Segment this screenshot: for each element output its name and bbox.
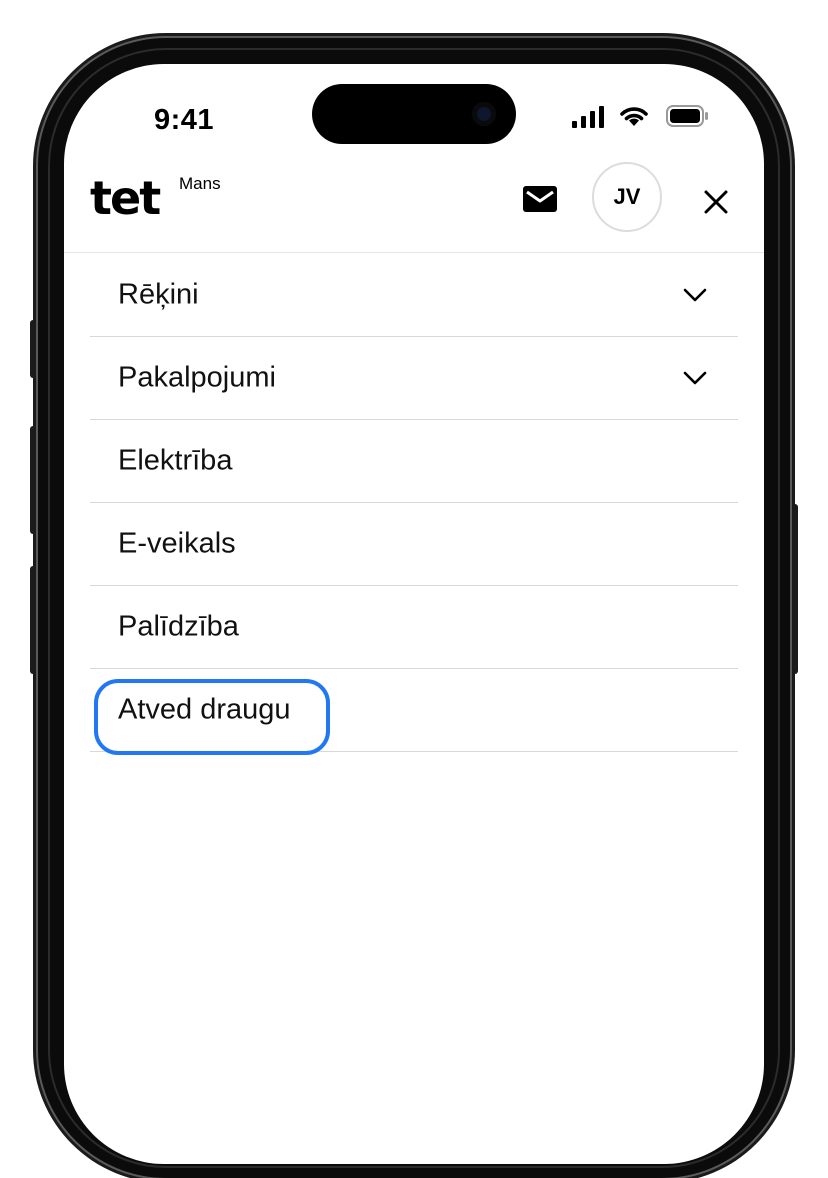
action-button <box>30 320 36 378</box>
chevron-down-icon[interactable] <box>682 287 708 303</box>
tet-logo[interactable]: tet <box>90 171 176 231</box>
tet-logo-mark: tet <box>90 171 162 225</box>
close-button[interactable] <box>700 186 732 218</box>
menu-item-pakalpojumi[interactable]: Pakalpojumi <box>90 337 738 420</box>
menu-item-label: Rēķini <box>118 278 199 311</box>
menu-item-elektriba[interactable]: Elektrība <box>90 420 738 503</box>
chevron-down-icon[interactable] <box>682 370 708 386</box>
menu-item-e-veikals[interactable]: E-veikals <box>90 503 738 586</box>
battery-icon <box>666 105 708 127</box>
close-icon <box>704 190 728 214</box>
logo-suffix: Mans <box>179 174 221 193</box>
mail-icon <box>523 186 557 212</box>
camera-icon <box>472 102 496 126</box>
mail-button[interactable] <box>522 184 562 218</box>
dynamic-island <box>312 84 516 144</box>
svg-text:tet: tet <box>90 172 160 225</box>
volume-up-button <box>30 426 36 534</box>
main-menu: Rēķini Pakalpojumi Elektrība E-veikals P… <box>90 254 738 755</box>
power-button <box>792 504 798 674</box>
app-header: tet Mans JV <box>64 160 764 253</box>
screen: 9:41 tet Mans JV Rēķini Pakalpojumi Elek… <box>64 64 764 1164</box>
menu-item-label: Elektrība <box>118 444 233 477</box>
menu-item-label: Palīdzība <box>118 610 239 643</box>
menu-item-atved-draugu[interactable]: Atved draugu <box>90 669 738 755</box>
menu-item-label: Pakalpojumi <box>118 361 276 394</box>
status-time: 9:41 <box>154 104 215 136</box>
cellular-signal-icon <box>572 106 604 128</box>
wifi-icon <box>620 107 648 126</box>
menu-item-label: Atved draugu <box>118 693 291 726</box>
user-avatar-button[interactable]: JV <box>592 162 662 232</box>
menu-item-label: E-veikals <box>118 527 236 560</box>
volume-down-button <box>30 566 36 674</box>
menu-item-rekini[interactable]: Rēķini <box>90 254 738 337</box>
menu-item-palidziba[interactable]: Palīdzība <box>90 586 738 669</box>
